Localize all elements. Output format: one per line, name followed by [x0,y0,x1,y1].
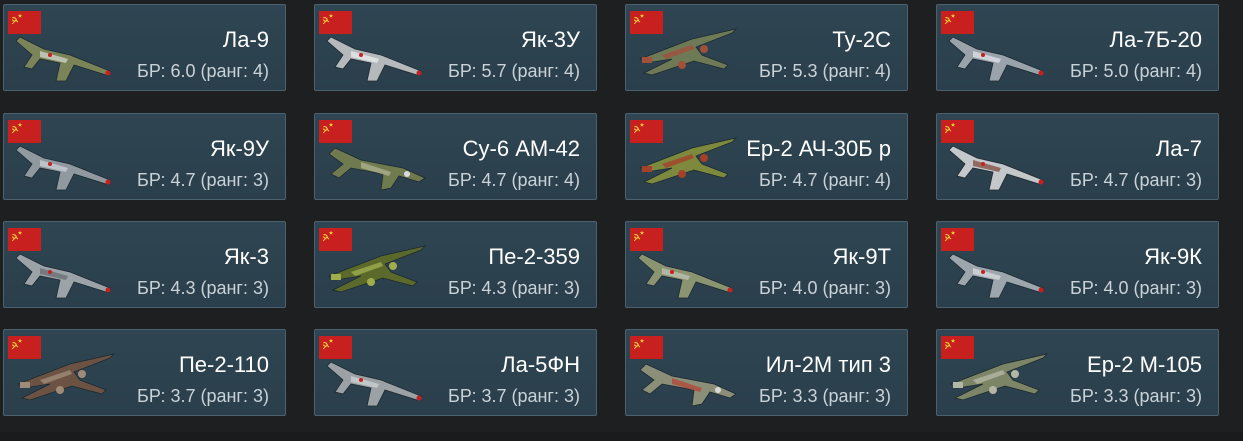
vehicle-card[interactable]: Су-6 АМ-42 БР: 4.7 (ранг: 4) [314,113,597,200]
ussr-flag-icon [630,120,663,143]
vehicle-card[interactable]: Ла-7 БР: 4.7 (ранг: 3) [936,113,1219,200]
vehicle-card[interactable]: Ер-2 АЧ-30Б р БР: 4.7 (ранг: 4) [625,113,908,200]
vehicle-card[interactable]: Пе-2-110 БР: 3.7 (ранг: 3) [3,329,286,416]
battle-rating: БР: 4.7 (ранг: 4) [759,170,891,190]
battle-rating: БР: 4.7 (ранг: 4) [448,170,580,190]
battle-rating: БР: 4.7 (ранг: 3) [137,170,269,190]
vehicle-name: Як-9У [209,136,269,161]
vehicle-card[interactable]: Як-9У БР: 4.7 (ранг: 3) [3,113,286,200]
battle-rating: БР: 5.7 (ранг: 4) [448,61,580,81]
vehicle-name: Ла-5ФН [501,352,580,377]
vehicle-name: Як-3У [520,27,580,52]
vehicle-card[interactable]: Ер-2 М-105 БР: 3.3 (ранг: 3) [936,329,1219,416]
vehicle-card[interactable]: Ту-2С БР: 5.3 (ранг: 4) [625,4,908,91]
ussr-flag-icon [319,11,352,34]
ussr-flag-icon [8,228,41,251]
vehicle-name: Ла-9 [222,27,269,52]
vehicle-card[interactable]: Ла-5ФН БР: 3.7 (ранг: 3) [314,329,597,416]
vehicle-card[interactable]: Як-9Т БР: 4.0 (ранг: 3) [625,221,908,308]
vehicle-name: Ил-2М тип 3 [765,352,891,377]
ussr-flag-icon [941,11,974,34]
battle-rating: БР: 4.0 (ранг: 3) [1070,278,1202,298]
battle-rating: БР: 4.3 (ранг: 3) [137,278,269,298]
battle-rating: БР: 5.3 (ранг: 4) [759,61,891,81]
ussr-flag-icon [319,336,352,359]
ussr-flag-icon [941,336,974,359]
vehicle-card[interactable]: Як-3У БР: 5.7 (ранг: 4) [314,4,597,91]
vehicle-card[interactable]: Ла-7Б-20 БР: 5.0 (ранг: 4) [936,4,1219,91]
ussr-flag-icon [8,336,41,359]
vehicle-name: Ла-7 [1155,136,1202,161]
vehicle-card[interactable]: Пе-2-359 БР: 4.3 (ранг: 3) [314,221,597,308]
vehicle-name: Ла-7Б-20 [1109,27,1202,52]
vehicle-card[interactable]: Як-3 БР: 4.3 (ранг: 3) [3,221,286,308]
vehicle-grid: Ла-9 БР: 6.0 (ранг: 4) Як-3У БР: 5.7 (ранг:… [0,0,1243,441]
battle-rating: БР: 5.0 (ранг: 4) [1070,61,1202,81]
vehicle-name: Ту-2С [832,27,891,52]
ussr-flag-icon [8,11,41,34]
ussr-flag-icon [8,120,41,143]
battle-rating: БР: 4.0 (ранг: 3) [759,278,891,298]
vehicle-name: Ер-2 М-105 [1087,352,1202,377]
ussr-flag-icon [630,336,663,359]
battle-rating: БР: 3.7 (ранг: 3) [448,386,580,406]
ussr-flag-icon [941,120,974,143]
battle-rating: БР: 6.0 (ранг: 4) [137,61,269,81]
battle-rating: БР: 3.3 (ранг: 3) [1070,386,1202,406]
vehicle-card[interactable]: Ла-9 БР: 6.0 (ранг: 4) [3,4,286,91]
ussr-flag-icon [319,228,352,251]
vehicle-name: Пе-2-110 [178,352,269,377]
ussr-flag-icon [319,120,352,143]
ussr-flag-icon [630,228,663,251]
ussr-flag-icon [941,228,974,251]
battle-rating: БР: 3.3 (ранг: 3) [759,386,891,406]
bottom-edge [0,432,1243,441]
ussr-flag-icon [630,11,663,34]
vehicle-name: Як-9Т [832,244,891,269]
battle-rating: БР: 4.3 (ранг: 3) [448,278,580,298]
vehicle-name: Як-3 [223,244,269,269]
battle-rating: БР: 3.7 (ранг: 3) [137,386,269,406]
vehicle-name: Пе-2-359 [488,244,580,269]
battle-rating: БР: 4.7 (ранг: 3) [1070,170,1202,190]
vehicle-card[interactable]: Як-9К БР: 4.0 (ранг: 3) [936,221,1219,308]
vehicle-card[interactable]: Ил-2М тип 3 БР: 3.3 (ранг: 3) [625,329,908,416]
vehicle-name: Як-9К [1144,244,1202,269]
vehicle-name: Ер-2 АЧ-30Б р [746,136,891,161]
vehicle-name: Су-6 АМ-42 [462,136,580,161]
